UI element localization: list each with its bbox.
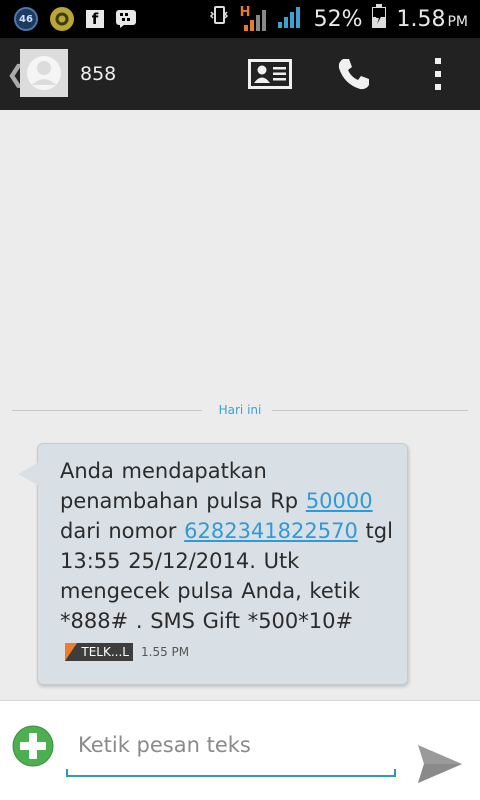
contact-name: 858 [80,63,117,85]
message-bubble[interactable]: Anda mendapatkan penambahan pulsa Rp 500… [18,443,408,685]
message-input-wrapper [66,719,396,777]
overflow-menu-icon[interactable] [416,54,460,94]
message-text: Anda mendapatkan penambahan pulsa Rp 500… [60,456,400,636]
send-icon [418,745,462,783]
network-46-icon: 46 [14,7,38,31]
signal-h-icon: H [240,5,268,31]
add-attachment-button[interactable] [12,725,54,767]
message-text-part: dari nomor [60,519,185,543]
avatar[interactable] [20,49,68,97]
date-separator-label: Hari ini [218,403,262,417]
signal-icon [277,4,304,34]
battery-percent: 52% [313,6,363,32]
message-text-part: Anda mendapatkan penambahan pulsa Rp [60,459,306,513]
operator-flag-icon [65,643,77,661]
operator-label: TELK...L [81,645,129,659]
phone-number-link[interactable]: 6282341822570 [184,519,358,543]
battery-charging-icon [372,4,387,34]
conversation-view[interactable]: Hari ini Anda mendapatkan penambahan pul… [0,110,480,700]
phone-icon[interactable] [332,54,376,94]
message-input[interactable] [66,719,396,771]
plus-icon [12,725,54,767]
facebook-icon: f [86,10,104,28]
network-badge-text: 46 [19,13,33,25]
operator-badge: TELK...L [65,643,133,661]
action-bar: ❮ 858 [0,38,480,112]
date-separator: Hari ini [12,400,468,422]
bubble-tail [18,462,39,486]
clock-ampm: PM [447,13,468,30]
vibrate-icon [208,5,230,33]
contact-card-icon[interactable] [248,54,292,94]
clock-time: 1.58 [396,6,446,32]
message-meta: TELK...L 1.55 PM [65,643,189,661]
input-underline [66,769,396,777]
sync-icon [50,7,74,31]
bbm-icon [116,10,136,28]
message-time: 1.55 PM [141,645,190,659]
amount-link[interactable]: 50000 [306,489,373,513]
send-button[interactable] [416,743,464,785]
status-bar: 46 f H 52% 1.58 PM [0,0,480,38]
composer-bar [0,700,480,800]
